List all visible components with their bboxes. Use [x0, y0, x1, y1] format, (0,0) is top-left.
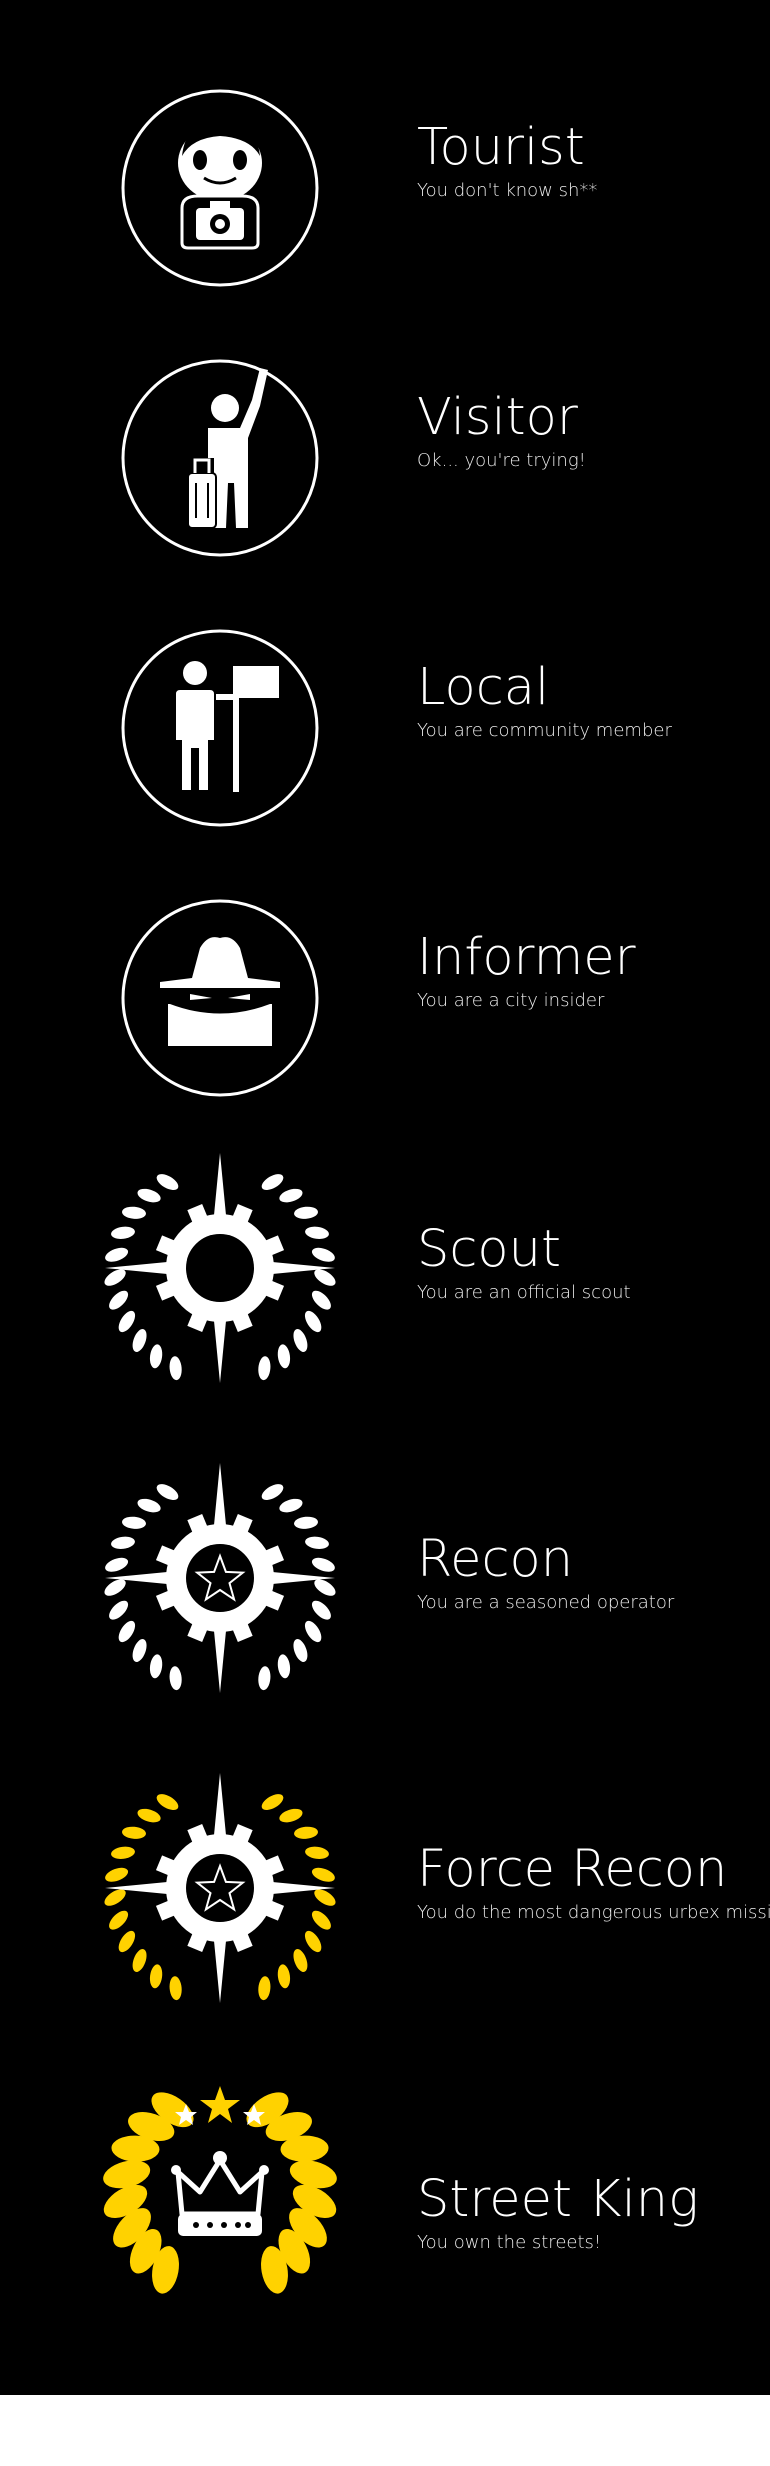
rank-title: Street King: [417, 2170, 699, 2229]
rank-subtitle: You don't know sh**: [417, 180, 598, 201]
rank-title: Local: [417, 658, 550, 717]
rank-subtitle: You are a city insider: [417, 990, 605, 1011]
traveler-luggage-icon: [100, 338, 340, 578]
rank-title: Visitor: [417, 388, 578, 447]
rank-local: Local You are community member: [0, 588, 770, 828]
rank-subtitle: You are community member: [417, 720, 672, 741]
rank-subtitle: Ok... you're trying!: [417, 450, 586, 471]
person-flag-icon: [100, 608, 340, 848]
rank-subtitle: You are a seasoned operator: [417, 1592, 675, 1613]
gold-compass-star-laurel-icon: [100, 1768, 340, 2008]
rank-subtitle: You do the most dangerous urbex missions: [417, 1902, 770, 1923]
rank-subtitle: You own the streets!: [417, 2232, 602, 2253]
spy-hat-icon: [100, 878, 340, 1118]
rank-street-king: Street King You own the streets!: [0, 2068, 770, 2368]
compass-laurel-icon: [100, 1148, 340, 1388]
footer-strip: [0, 2395, 770, 2466]
rank-title: Scout: [417, 1220, 561, 1279]
gold-crown-laurel-icon: [100, 2074, 340, 2314]
rank-title: Force Recon: [417, 1840, 728, 1899]
rank-force-recon: Force Recon You do the most dangerous ur…: [0, 1748, 770, 2038]
rank-tourist: Tourist You don't know sh**: [0, 48, 770, 288]
rank-subtitle: You are an official scout: [417, 1282, 631, 1303]
rank-informer: Informer You are a city insider: [0, 858, 770, 1098]
rank-title: Informer: [417, 928, 636, 987]
rank-visitor: Visitor Ok... you're trying!: [0, 318, 770, 558]
compass-star-laurel-icon: [100, 1458, 340, 1698]
ranks-panel: Tourist You don't know sh** Visitor Ok..…: [0, 0, 770, 2395]
rank-scout: Scout You are an official scout: [0, 1128, 770, 1418]
rank-title: Tourist: [417, 118, 585, 177]
tourist-camera-icon: [100, 68, 340, 308]
rank-recon: Recon You are a seasoned operator: [0, 1438, 770, 1728]
rank-title: Recon: [417, 1530, 574, 1589]
